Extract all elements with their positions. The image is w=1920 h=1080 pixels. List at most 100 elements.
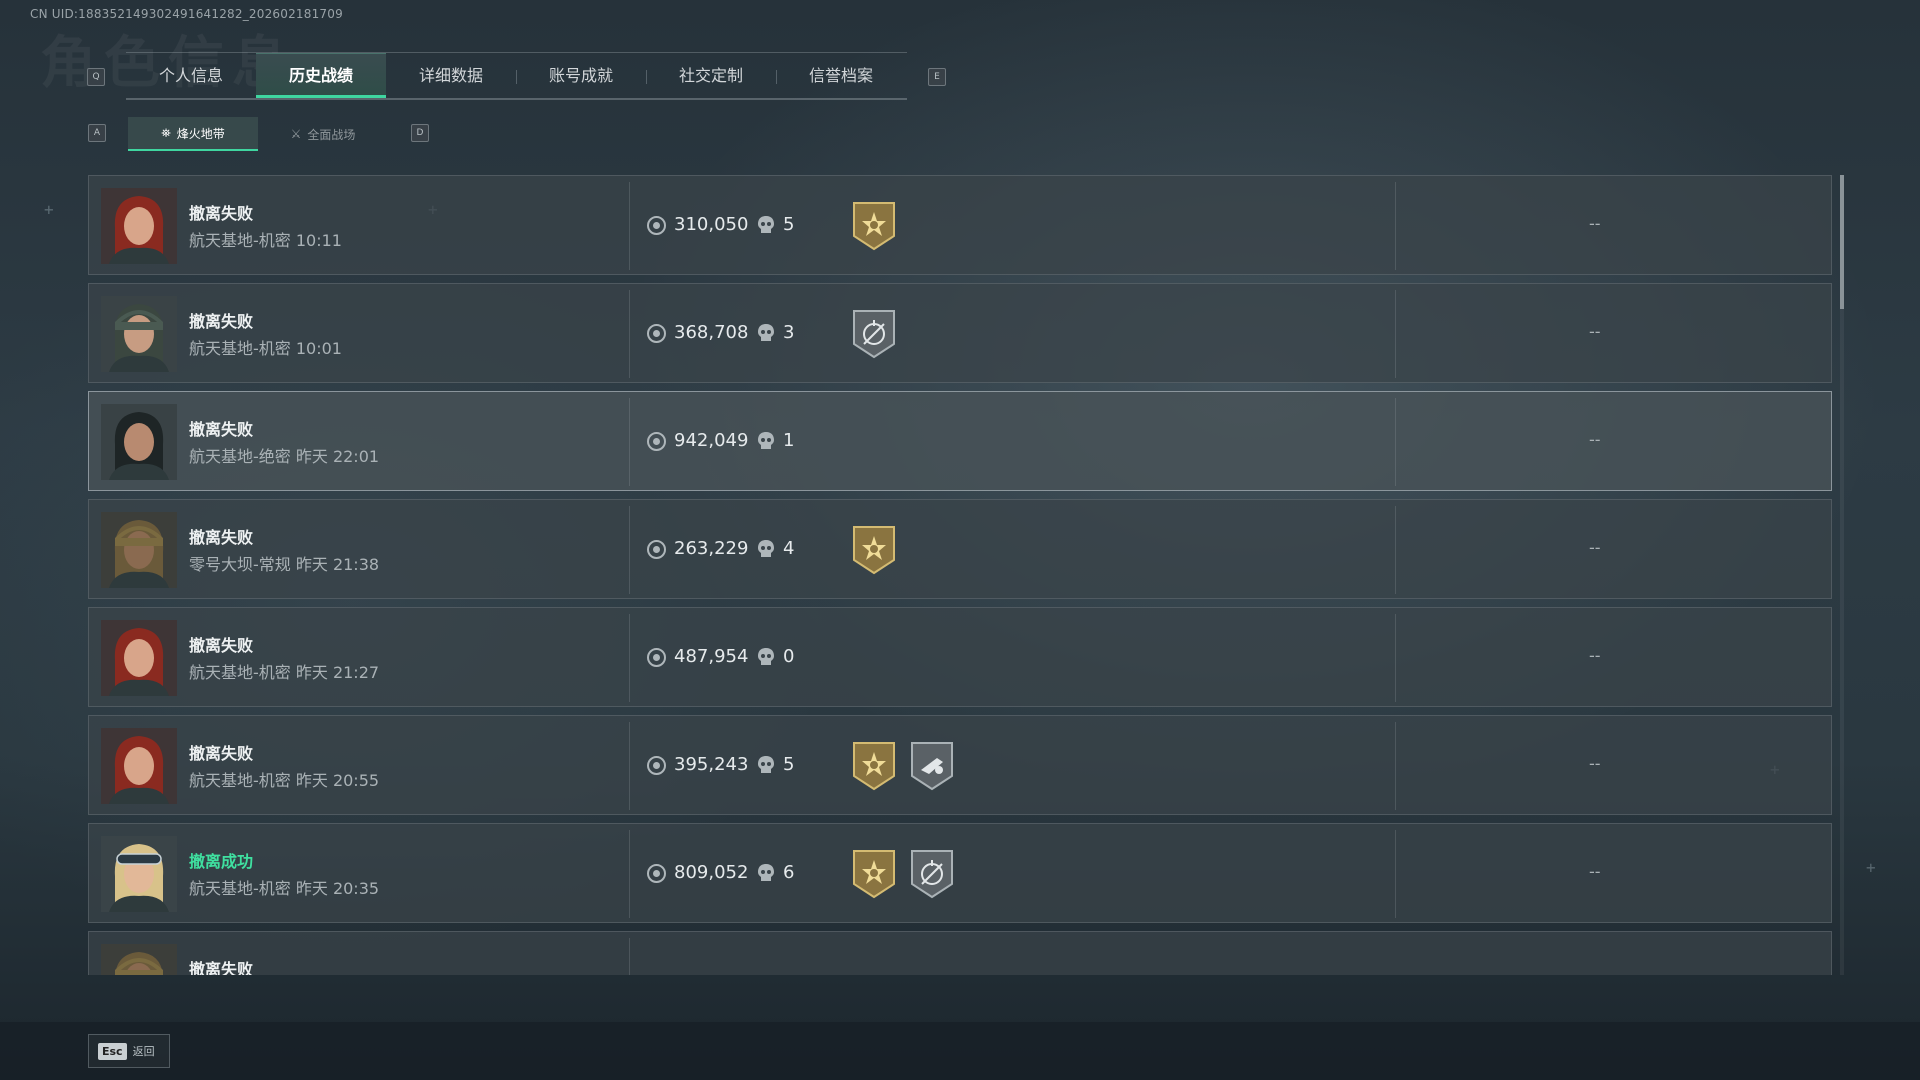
badge-list — [851, 200, 897, 256]
main-tabs: 个人信息 历史战绩 详细数据 账号成就 社交定制 信誉档案 — [126, 52, 907, 100]
kill-count: 5 — [783, 754, 795, 775]
kill-skull-icon — [758, 648, 774, 665]
mode-subtabs: ⛯ 烽火地带 ⚔ 全面战场 — [128, 117, 388, 151]
match-row[interactable]: 撤离失败 航天基地-机密 10:01 368,708 3 -- — [88, 283, 1832, 383]
scrollbar-thumb[interactable] — [1840, 175, 1844, 309]
match-row[interactable]: 撤离失败 航天基地-机密 昨天 21:27 487,954 0 -- — [88, 607, 1832, 707]
match-result-placeholder: -- — [1589, 430, 1601, 449]
match-row[interactable]: 撤离失败 航天基地-绝密 昨天 22:01 942,049 1 -- — [88, 391, 1832, 491]
esc-key: Esc — [98, 1042, 127, 1060]
battlefield-icon: ⚔ — [290, 127, 302, 141]
footer-bar — [0, 1022, 1920, 1080]
loot-value: 395,243 — [674, 754, 749, 775]
kill-count: 4 — [783, 538, 795, 559]
currency-icon — [647, 648, 666, 667]
currency-icon — [647, 324, 666, 343]
kill-count: 3 — [783, 322, 795, 343]
match-row[interactable]: 撤离失败 零号大坝-常规 昨天 21:38 263,229 4 -- — [88, 499, 1832, 599]
tab-personal-info[interactable]: 个人信息 — [126, 53, 256, 98]
operator-avatar — [101, 404, 177, 480]
map-and-time: 航天基地-机密 昨天 20:55 — [189, 771, 380, 790]
kill-count: 6 — [783, 862, 795, 883]
match-row[interactable]: 撤离失败 — [88, 931, 1832, 975]
column-divider — [629, 938, 630, 975]
list-scrollbar[interactable] — [1840, 175, 1844, 975]
operator-avatar — [101, 728, 177, 804]
currency-icon — [647, 432, 666, 451]
map-and-time: 航天基地-机密 10:11 — [189, 231, 342, 250]
column-divider — [629, 290, 630, 378]
gold-star-badge-icon[interactable] — [851, 848, 897, 904]
map-and-time: 零号大坝-常规 昨天 21:38 — [189, 555, 380, 574]
column-divider — [1395, 398, 1396, 486]
badge-list — [851, 524, 897, 580]
kill-skull-icon — [758, 432, 774, 449]
column-divider — [629, 398, 630, 486]
column-divider — [1395, 506, 1396, 594]
match-row[interactable]: 撤离失败 航天基地-机密 昨天 20:55 395,243 5 -- — [88, 715, 1832, 815]
crosshair-deco-icon: + — [1866, 858, 1876, 877]
column-divider — [629, 506, 630, 594]
silver-crosshair-badge-icon[interactable] — [909, 848, 955, 904]
silver-weapon-badge-icon[interactable] — [909, 740, 955, 796]
column-divider — [629, 182, 630, 270]
subtab-label: 全面战场 — [307, 127, 356, 142]
tab-match-history[interactable]: 历史战绩 — [256, 53, 386, 98]
currency-icon — [647, 540, 666, 559]
kill-count: 5 — [783, 214, 795, 235]
match-result-placeholder: -- — [1589, 322, 1601, 341]
column-divider — [1395, 722, 1396, 810]
tab-prev-key[interactable]: Q — [87, 68, 105, 86]
extraction-icon: ⛯ — [161, 125, 171, 140]
match-result-placeholder: -- — [1589, 862, 1601, 881]
loot-value: 310,050 — [674, 214, 749, 235]
match-result-placeholder: -- — [1589, 754, 1601, 773]
tab-reputation[interactable]: 信誉档案 — [776, 53, 906, 98]
match-row[interactable]: 撤离成功 航天基地-机密 昨天 20:35 809,052 6 -- — [88, 823, 1832, 923]
match-row[interactable]: 撤离失败 航天基地-机密 10:11 310,050 5 -- — [88, 175, 1832, 275]
subtab-prev-key[interactable]: A — [88, 124, 106, 142]
extraction-status: 撤离失败 — [189, 960, 254, 975]
kill-skull-icon — [758, 864, 774, 881]
match-result-placeholder: -- — [1589, 646, 1601, 665]
subtab-next-key[interactable]: D — [411, 124, 429, 142]
extraction-status: 撤离失败 — [189, 204, 254, 223]
operator-avatar — [101, 188, 177, 264]
kill-count: 1 — [783, 430, 795, 451]
kill-skull-icon — [758, 540, 774, 557]
badge-list — [851, 740, 955, 796]
extraction-status: 撤离失败 — [189, 420, 254, 439]
loot-value: 487,954 — [674, 646, 749, 667]
extraction-status: 撤离失败 — [189, 636, 254, 655]
match-result-placeholder: -- — [1589, 538, 1601, 557]
gold-star-badge-icon[interactable] — [851, 524, 897, 580]
tab-next-key[interactable]: E — [928, 68, 946, 86]
loot-value: 263,229 — [674, 538, 749, 559]
extraction-status: 撤离成功 — [189, 852, 254, 871]
kill-count: 0 — [783, 646, 795, 667]
loot-value: 809,052 — [674, 862, 749, 883]
loot-value: 942,049 — [674, 430, 749, 451]
extraction-status: 撤离失败 — [189, 744, 254, 763]
tab-achievements[interactable]: 账号成就 — [516, 53, 646, 98]
match-result-placeholder: -- — [1589, 214, 1601, 233]
loot-value: 368,708 — [674, 322, 749, 343]
tab-detailed-data[interactable]: 详细数据 — [386, 53, 516, 98]
kill-skull-icon — [758, 756, 774, 773]
gold-star-badge-icon[interactable] — [851, 200, 897, 256]
silver-crosshair-badge-icon[interactable] — [851, 308, 897, 364]
subtab-extraction[interactable]: ⛯ 烽火地带 — [128, 117, 258, 151]
subtab-battlefield[interactable]: ⚔ 全面战场 — [258, 117, 388, 151]
column-divider — [629, 614, 630, 702]
currency-icon — [647, 216, 666, 235]
operator-avatar — [101, 620, 177, 696]
map-and-time: 航天基地-机密 昨天 21:27 — [189, 663, 380, 682]
operator-avatar — [101, 512, 177, 588]
kill-skull-icon — [758, 216, 774, 233]
back-button[interactable]: Esc 返回 — [88, 1034, 170, 1068]
kill-skull-icon — [758, 324, 774, 341]
map-and-time: 航天基地-机密 昨天 20:35 — [189, 879, 380, 898]
tab-social-custom[interactable]: 社交定制 — [646, 53, 776, 98]
extraction-status: 撤离失败 — [189, 312, 254, 331]
gold-star-badge-icon[interactable] — [851, 740, 897, 796]
